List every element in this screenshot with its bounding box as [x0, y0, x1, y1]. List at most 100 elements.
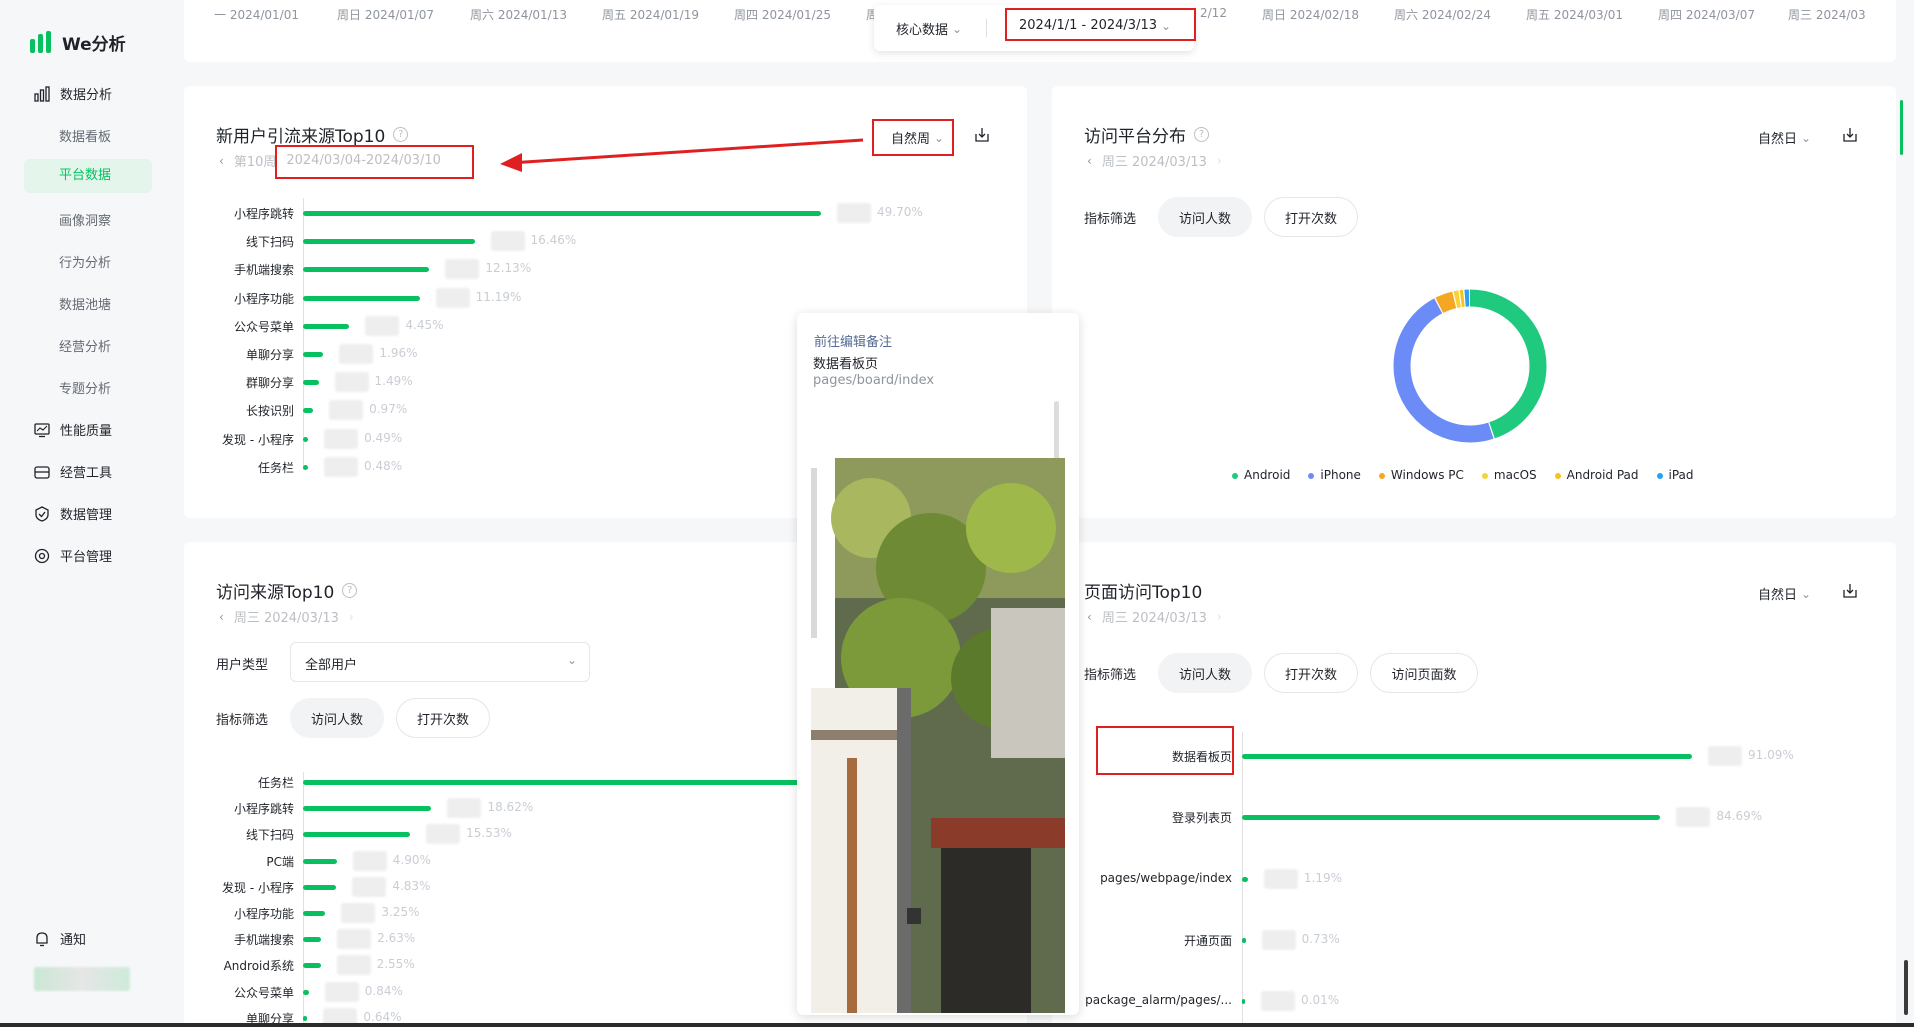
help-icon[interactable]: ? — [1194, 127, 1209, 142]
bar[interactable] — [303, 464, 308, 470]
bar[interactable] — [303, 937, 322, 943]
bar-percent: 91.09% — [1748, 748, 1794, 762]
bar[interactable] — [303, 295, 420, 301]
bar[interactable] — [303, 323, 350, 329]
card-title: 页面访问Top10 — [1084, 583, 1203, 603]
legend-item[interactable]: Android Pad — [1554, 468, 1639, 482]
bar-percent: 49.70% — [877, 205, 923, 219]
annotation-box-date-range — [1005, 8, 1196, 41]
nav-label: 数据分析 — [60, 88, 113, 103]
period-select[interactable]: 自然日 ⌄ — [1758, 584, 1811, 604]
masked-value — [337, 929, 372, 950]
date-tick: 周五 2024/03/01 — [1526, 8, 1623, 22]
nav-item-board[interactable]: 数据看板 — [59, 126, 111, 145]
legend-item[interactable]: Windows PC — [1378, 468, 1464, 482]
chevron-left-icon[interactable]: ‹ — [219, 154, 224, 168]
chevron-down-icon: ⌄ — [566, 653, 577, 667]
user-type-value: 全部用户 — [305, 658, 358, 673]
legend-item[interactable]: macOS — [1481, 468, 1537, 482]
core-data-select[interactable]: 核心数据 ⌄ — [896, 19, 962, 39]
bar-percent: 12.13% — [485, 261, 532, 276]
bar-label: 线下扫码 — [245, 828, 294, 843]
bar[interactable] — [1242, 876, 1248, 882]
user-type-select[interactable]: 全部用户 ⌄ — [290, 642, 590, 682]
card-title-row: 新用户引流来源Top10 ? — [216, 122, 409, 147]
bar[interactable] — [303, 352, 324, 357]
bar-percent: 2.63% — [377, 931, 416, 946]
bar[interactable] — [1242, 937, 1246, 943]
bar[interactable] — [1242, 815, 1661, 821]
help-icon[interactable]: ? — [393, 127, 409, 142]
metric-pill-opens[interactable]: 打开次数 — [396, 698, 490, 738]
bar[interactable] — [303, 963, 321, 969]
date-tick: 周日 2024/02/18 — [1262, 8, 1359, 22]
bar[interactable] — [303, 239, 475, 245]
bar[interactable] — [303, 989, 309, 995]
metric-pill-opens[interactable]: 打开次数 — [1264, 197, 1358, 237]
bar[interactable] — [303, 884, 337, 890]
nav-data-analysis[interactable]: 数据分析 — [34, 84, 112, 103]
app-logo[interactable]: We分析 — [30, 30, 126, 55]
bar-label: 群聊分享 — [245, 376, 294, 391]
metric-pill-visitors[interactable]: 访问人数 — [290, 698, 384, 738]
help-icon[interactable]: ? — [342, 583, 358, 598]
chevron-left-icon[interactable]: ‹ — [1087, 154, 1092, 168]
chevron-right-icon[interactable]: › — [349, 610, 354, 624]
page-scrollbar-accent[interactable] — [1900, 100, 1903, 155]
nav-item-platform-data[interactable]: 平台数据 — [24, 159, 152, 193]
popup-page-path: pages/board/index — [813, 373, 935, 388]
page-scrollbar[interactable] — [1904, 960, 1908, 1015]
legend-item[interactable]: iPhone — [1308, 468, 1361, 482]
bar-label: PC端 — [266, 854, 294, 869]
bar[interactable] — [303, 436, 309, 442]
download-icon[interactable] — [973, 126, 991, 144]
bar[interactable] — [303, 267, 430, 273]
bar[interactable] — [303, 858, 337, 864]
platform-donut-chart — [1393, 289, 1547, 443]
bar[interactable] — [303, 1015, 308, 1021]
masked-value — [324, 428, 359, 449]
bar[interactable] — [303, 380, 319, 386]
date-tick: 一 2024/01/01 — [214, 8, 299, 22]
period-select[interactable]: 自然日 ⌄ — [1758, 128, 1812, 148]
masked-value — [336, 955, 371, 976]
metric-pill-opens[interactable]: 打开次数 — [1264, 653, 1358, 693]
bar[interactable] — [1242, 754, 1692, 759]
bar-label: 任务栏 — [257, 460, 294, 475]
popup-page-name: 数据看板页 — [813, 357, 879, 372]
metric-pill-page-views[interactable]: 访问页面数 — [1370, 653, 1478, 693]
donut-legend: Android iPhone Windows PC macOS Android Pad i… — [1232, 468, 1694, 482]
masked-value — [445, 259, 480, 280]
bar[interactable] — [303, 806, 432, 812]
date-label: 周三 2024/03/13 — [1101, 611, 1207, 626]
legend-dot — [1554, 472, 1561, 479]
chevron-left-icon[interactable]: ‹ — [1087, 610, 1092, 624]
bar[interactable] — [1242, 999, 1245, 1005]
chevron-right-icon[interactable]: › — [1217, 610, 1222, 624]
download-icon[interactable] — [1841, 582, 1859, 600]
bar[interactable] — [303, 911, 326, 916]
legend-dot — [1232, 472, 1238, 479]
annotation-box-week-range — [275, 145, 474, 179]
download-icon[interactable] — [1841, 126, 1859, 144]
metric-pill-visitors[interactable]: 访问人数 — [1158, 653, 1252, 693]
legend-item[interactable]: iPad — [1656, 468, 1694, 482]
chevron-right-icon[interactable]: › — [1217, 154, 1222, 168]
masked-value — [352, 876, 387, 897]
logo-icon — [30, 30, 51, 53]
metric-pill-visitors[interactable]: 访问人数 — [1158, 197, 1252, 237]
chevron-left-icon[interactable]: ‹ — [219, 610, 224, 624]
bar[interactable] — [303, 832, 411, 838]
masked-value — [341, 903, 376, 923]
chevron-down-icon: ⌄ — [1801, 130, 1812, 145]
edit-note-link[interactable]: 前往编辑备注 — [814, 331, 892, 350]
nav-data-management[interactable]: 数据管理 — [34, 504, 112, 523]
bar[interactable] — [303, 408, 314, 414]
legend-item[interactable]: Android — [1232, 468, 1290, 482]
card-platform: 访问平台分布 ? ‹ 周三 2024/03/13 › 自然日 ⌄ 指标筛选 访问… — [1052, 86, 1896, 518]
bar-percent: 0.84% — [364, 983, 403, 998]
bar[interactable] — [303, 211, 821, 216]
nav-platform-management[interactable]: 平台管理 — [34, 546, 112, 565]
monitor-icon — [34, 422, 50, 437]
masked-value — [1263, 868, 1298, 889]
